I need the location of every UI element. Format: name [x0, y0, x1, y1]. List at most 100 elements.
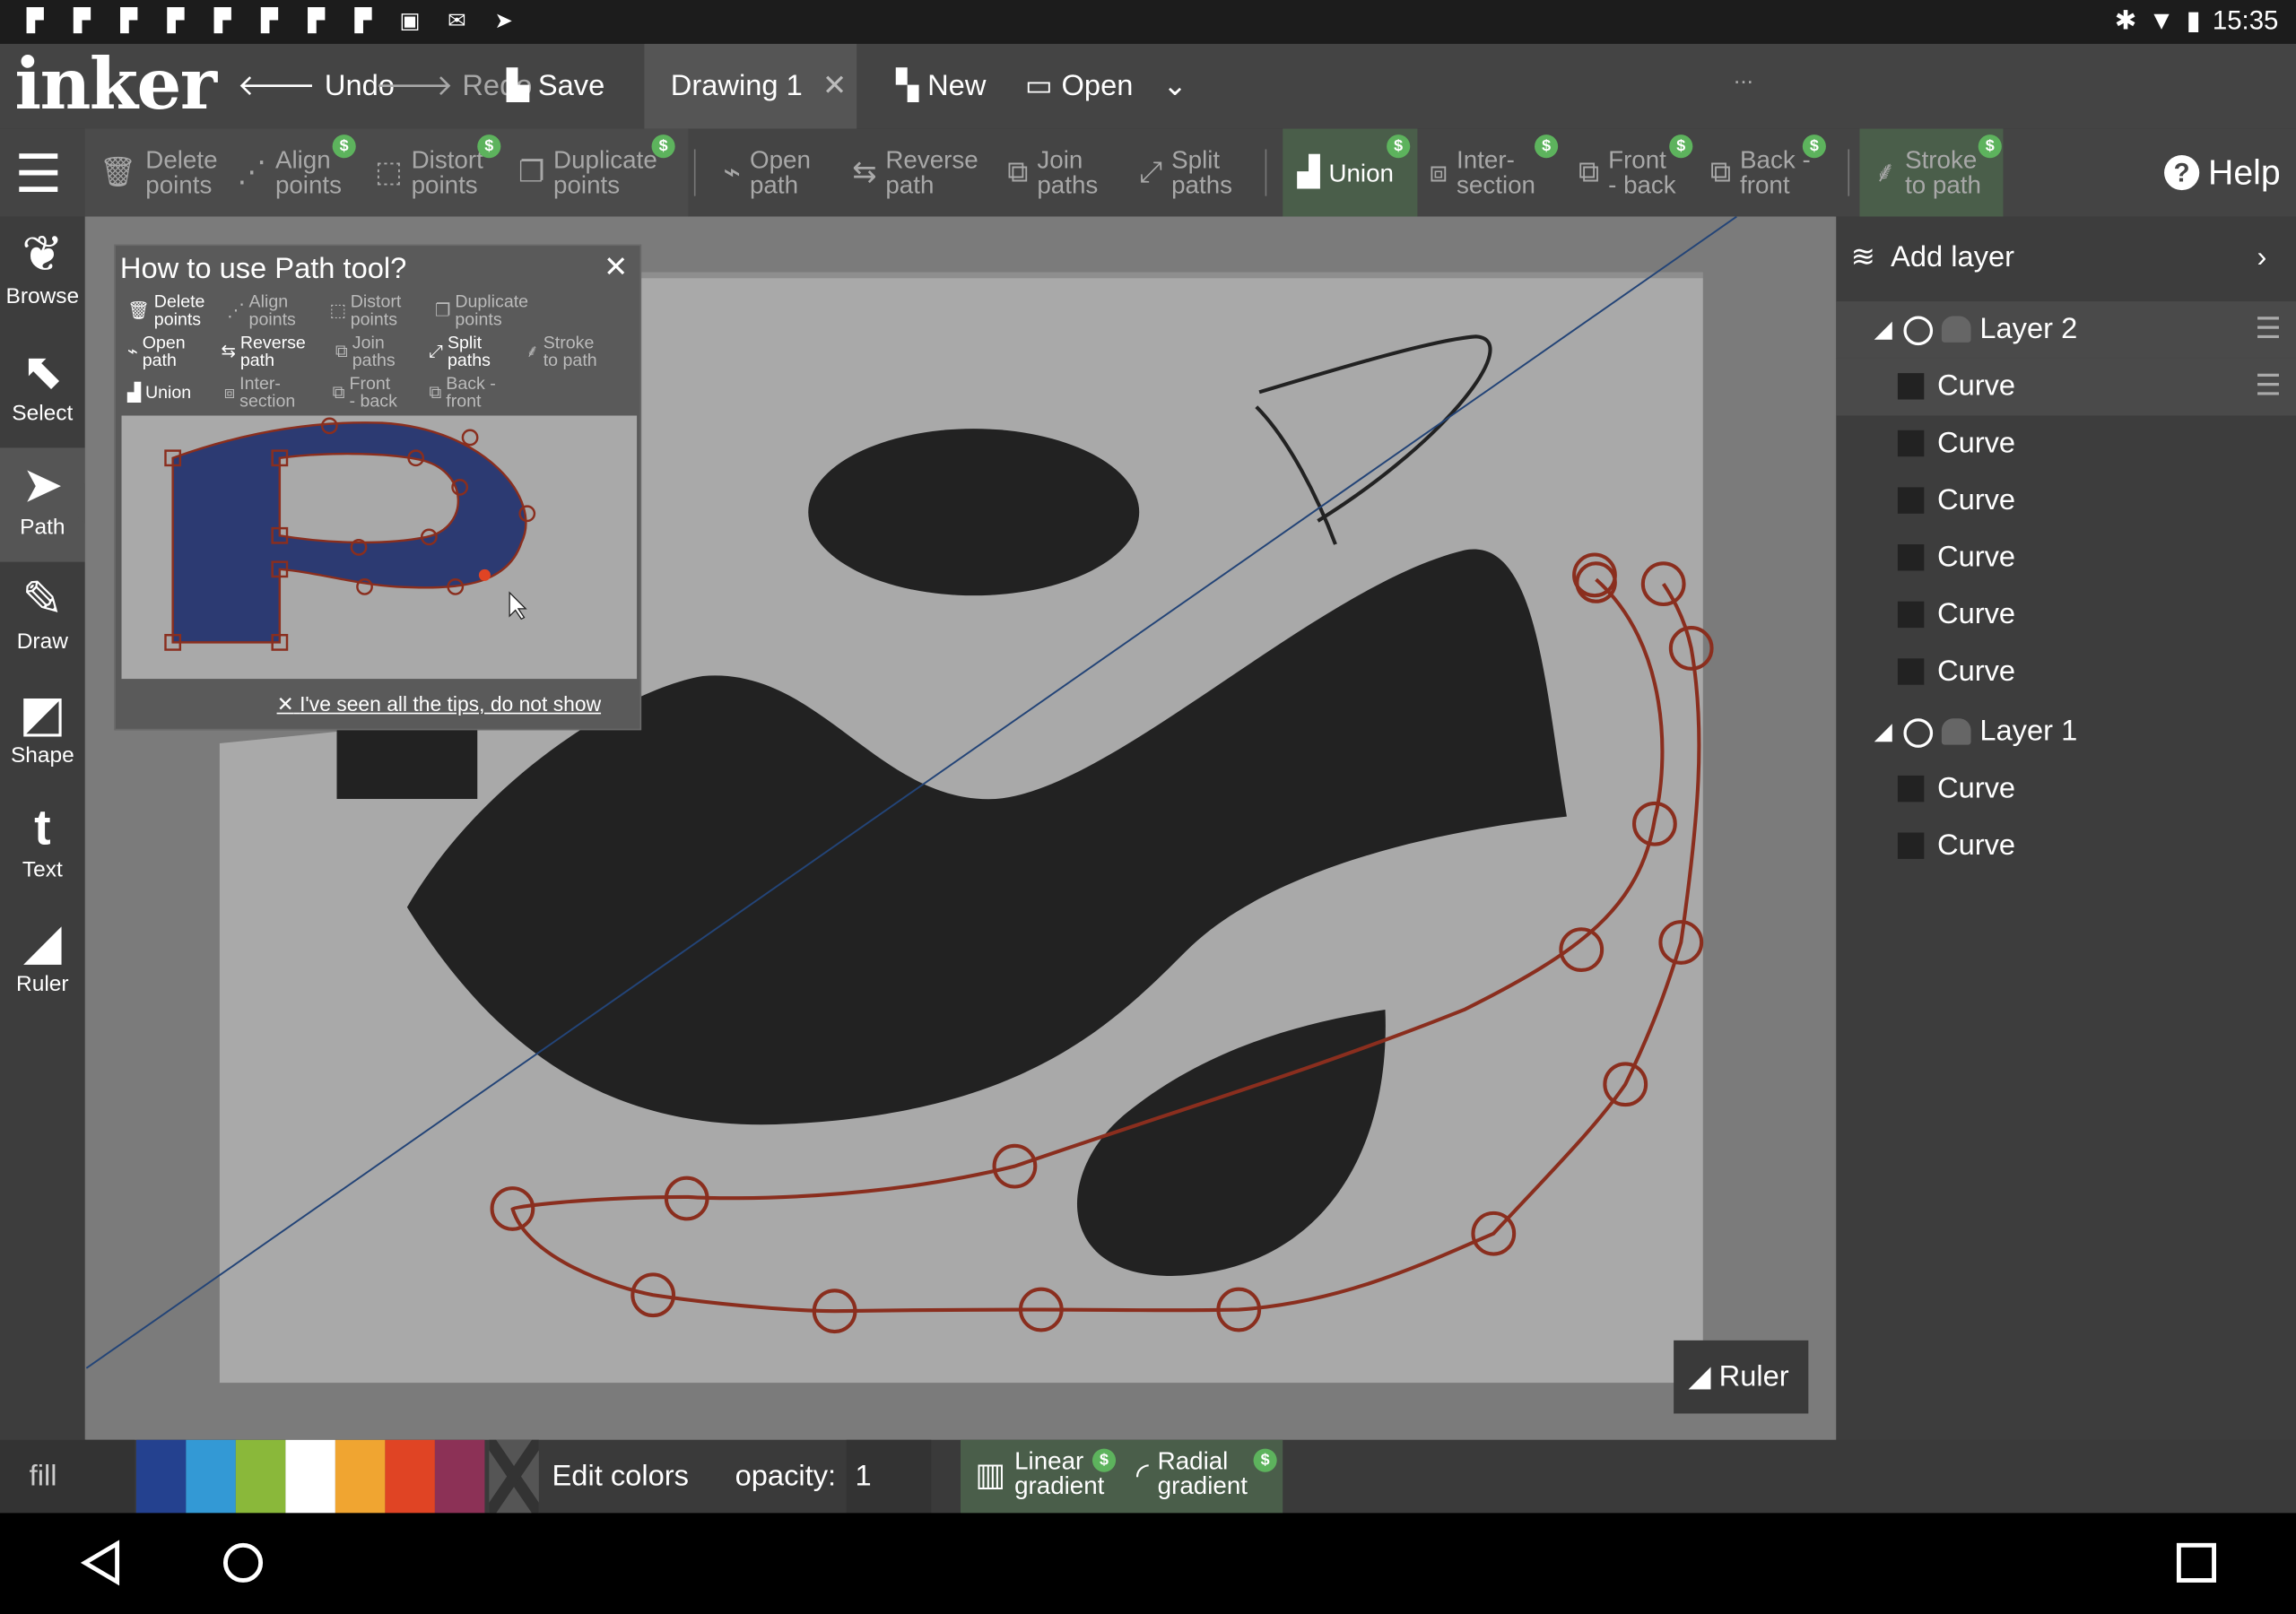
join-icon: ⧉	[1007, 155, 1029, 188]
left-toolbar: ❦ Browse ⬉ Select ➤ Path ✎ Draw ◩ Shape t Text…	[0, 216, 85, 1440]
premium-badge: $	[1091, 1448, 1117, 1472]
color-swatch	[1897, 775, 1925, 803]
distort-points-button[interactable]: ⬚ Distort points	[375, 129, 483, 217]
back-nav-icon[interactable]	[79, 1540, 123, 1586]
layer-row-layer1[interactable]: ◢ Layer 1	[1836, 704, 2296, 761]
join-paths-button[interactable]: ⧉ Join paths	[1007, 129, 1098, 217]
drag-handle-icon[interactable]: ☰	[2255, 301, 2281, 359]
layer-item-label: Curve	[1936, 829, 2016, 863]
layers-panel: ≋ Add layer › ◢ Layer 2 ☰ Curve ☰ Curve …	[1836, 216, 2296, 1514]
tip-delete-points: 🗑 Delete points	[127, 292, 204, 327]
radial-gradient-button[interactable]: ◜ Radial gradient	[1136, 1449, 1248, 1498]
ruler-button[interactable]: ◢ Ruler	[1674, 1340, 1809, 1414]
tip-align-points: ⋰ Align points	[227, 292, 296, 327]
browse-tool[interactable]: ❦ Browse	[0, 217, 85, 331]
union-button[interactable]: ▟ Union	[1298, 129, 1394, 217]
layer-item-curve[interactable]: Curve	[1836, 818, 2296, 875]
close-tip-icon[interactable]: ✕	[604, 248, 628, 285]
collapse-triangle-icon[interactable]: ◢	[1874, 704, 1892, 761]
stroke-to-path-l2: to path	[1905, 170, 1981, 199]
collapse-triangle-icon[interactable]: ◢	[1874, 301, 1892, 359]
open-path-button[interactable]: ⌁ Open path	[724, 129, 811, 217]
split-paths-button[interactable]: ⤢ Split paths	[1139, 129, 1232, 217]
home-nav-icon[interactable]	[220, 1540, 266, 1586]
color-swatch[interactable]	[434, 1439, 485, 1514]
visibility-toggle-icon[interactable]	[1903, 316, 1934, 346]
dismiss-tips-link[interactable]: ✕ I've seen all the tips, do not show	[277, 692, 602, 717]
add-layer-button[interactable]: ≋ Add layer ›	[1836, 229, 2296, 287]
color-swatch[interactable]	[135, 1439, 187, 1514]
drag-handle-icon[interactable]: ☰	[2255, 359, 2281, 416]
delete-points-button[interactable]: 🗑 Delete points	[100, 129, 217, 217]
align-icon: ⋰	[237, 155, 267, 188]
tip-reverse-l2: path	[239, 350, 274, 370]
dark-ellipse[interactable]	[808, 429, 1140, 596]
open-dropdown-chevron-icon[interactable]: ⌄	[1162, 44, 1187, 129]
stroke-to-path-button[interactable]: ⸙ Stroke to path	[1874, 129, 1981, 217]
layer-item-curve[interactable]: Curve	[1836, 415, 2296, 473]
overflow-dots[interactable]: ...	[1734, 44, 1753, 129]
union-label: Union	[1328, 159, 1394, 187]
tip-distort-points: ⬚ Distort points	[329, 292, 401, 327]
layer-item-curve[interactable]: Curve	[1836, 761, 2296, 819]
layer-row-layer2[interactable]: ◢ Layer 2 ☰	[1836, 301, 2296, 359]
ruler-icon: ◢	[1688, 1360, 1711, 1393]
save-label: Save	[537, 70, 605, 103]
ruler-icon: ◢	[22, 914, 62, 970]
reverse-path-button[interactable]: ⇆ Reverse path	[852, 129, 978, 217]
text-tool[interactable]: t Text	[0, 790, 85, 904]
chevron-right-icon[interactable]: ›	[2257, 229, 2266, 287]
fill-stroke-toggle[interactable]: fill	[0, 1439, 135, 1514]
color-swatch[interactable]	[186, 1439, 236, 1514]
layer-item-curve[interactable]: Curve	[1836, 530, 2296, 587]
visibility-toggle-icon[interactable]	[1903, 718, 1934, 748]
no-color-icon	[483, 1436, 544, 1517]
help-button[interactable]: ? Help	[2164, 129, 2281, 217]
color-swatch[interactable]	[335, 1439, 386, 1514]
select-tool[interactable]: ⬉ Select	[0, 334, 85, 447]
dark-rectangle[interactable]	[336, 727, 478, 800]
save-button[interactable]: ▙ Save	[507, 44, 604, 129]
undo-button[interactable]: 🡐 Undo	[237, 44, 394, 129]
open-path-icon: ⌁	[127, 341, 138, 362]
document-tab[interactable]: Drawing 1 ✕	[644, 43, 857, 129]
draw-label: Draw	[16, 629, 68, 655]
help-label: Help	[2208, 152, 2281, 193]
shape-tool[interactable]: ◩ Shape	[0, 676, 85, 790]
draw-tool[interactable]: ✎ Draw	[0, 562, 85, 676]
ruler-label: Ruler	[16, 971, 69, 997]
tip-reverse-l1: Reverse	[239, 332, 306, 353]
transparent-swatch[interactable]	[483, 1436, 544, 1517]
color-swatch	[1897, 601, 1925, 629]
recents-nav-icon[interactable]	[2176, 1542, 2217, 1584]
color-swatch[interactable]	[385, 1439, 435, 1514]
close-tab-icon[interactable]: ✕	[822, 70, 847, 102]
color-swatch[interactable]	[285, 1439, 335, 1514]
edit-colors-button[interactable]: Edit colors	[552, 1440, 689, 1514]
duplicate-points-button[interactable]: ❐ Duplicate points	[518, 129, 657, 217]
intersection-button[interactable]: ⧈ Inter-section	[1429, 129, 1535, 217]
lock-icon[interactable]	[1941, 718, 1971, 745]
linear-gradient-button[interactable]: ▥ Linear gradient	[975, 1449, 1104, 1498]
menu-icon[interactable]: ☰	[14, 129, 62, 217]
tip-delete-l1: Delete	[153, 291, 205, 312]
front-back-button[interactable]: ⧉ Front - back	[1578, 129, 1676, 217]
tip-back-l1: Back -	[446, 373, 496, 394]
ruler-tool[interactable]: ◢ Ruler	[0, 905, 85, 1019]
layer-item-curve[interactable]: Curve	[1836, 644, 2296, 701]
linear-l1: Linear	[1014, 1446, 1084, 1475]
layer-item-curve[interactable]: Curve	[1836, 586, 2296, 644]
layer-item-curve[interactable]: Curve ☰	[1836, 358, 2296, 416]
stroke-to-path-l1: Stroke	[1905, 146, 1978, 175]
join-icon: ⧉	[335, 341, 348, 362]
opacity-input[interactable]: 1	[846, 1439, 932, 1514]
back-front-button[interactable]: ⧉ Back - front	[1710, 129, 1811, 217]
color-swatch[interactable]	[235, 1439, 286, 1514]
tip-split-paths: ⤢ Split paths	[429, 334, 491, 369]
layer-item-curve[interactable]: Curve	[1836, 473, 2296, 530]
open-button[interactable]: ▭ Open	[1025, 44, 1134, 129]
lock-icon[interactable]	[1941, 316, 1971, 343]
tip-duplicate-points: ❐ Duplicate points	[435, 292, 528, 327]
new-button[interactable]: ▚ New	[896, 44, 986, 129]
align-points-button[interactable]: ⋰ Align points	[237, 129, 342, 217]
